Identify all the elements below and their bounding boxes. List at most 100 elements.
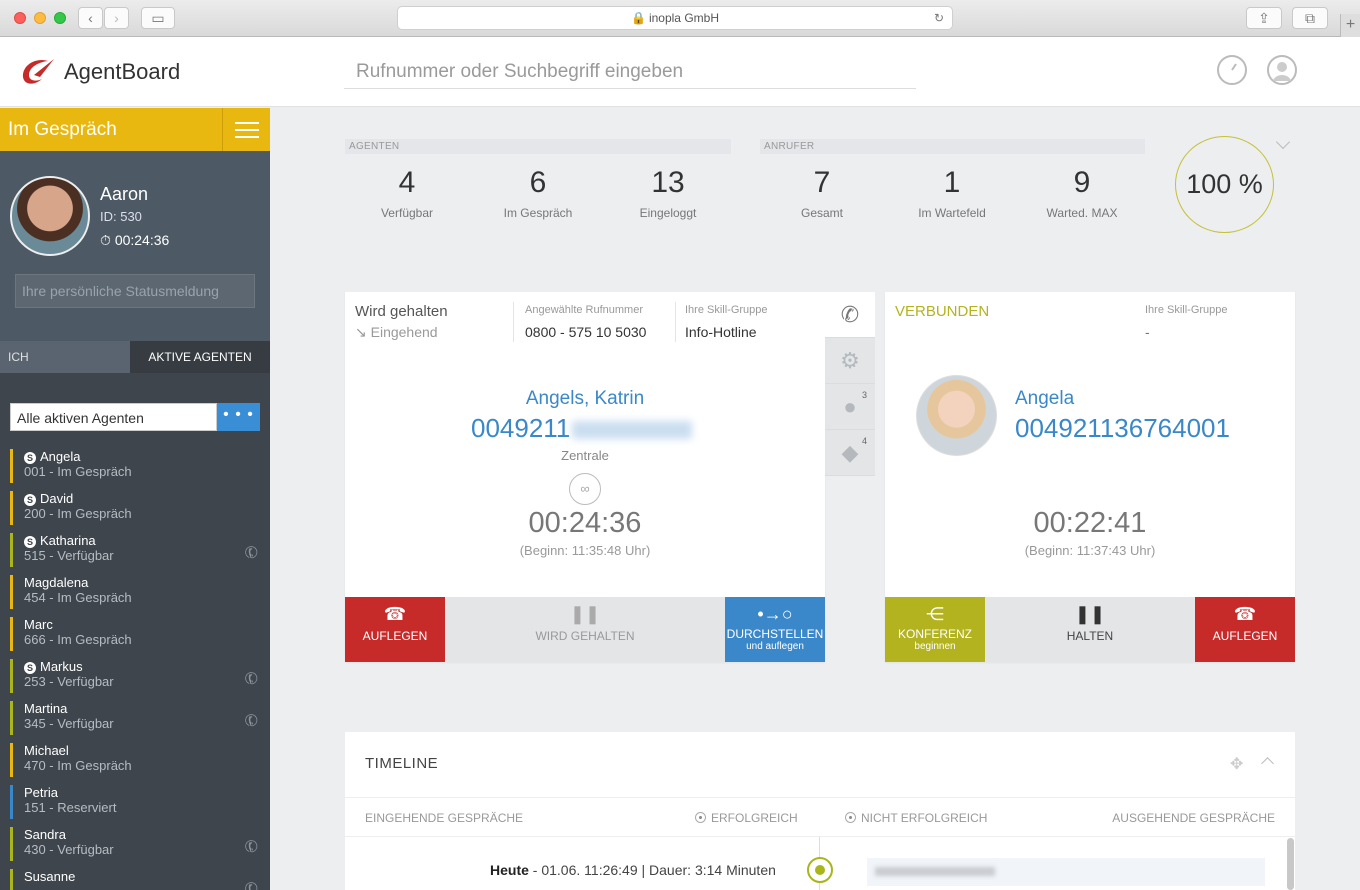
agent-list-item[interactable]: S Katharina 515 - Verfügbar ✆ bbox=[0, 531, 270, 573]
agent-list-item[interactable]: Sandra 430 - Verfügbar ✆ bbox=[0, 825, 270, 867]
skill-label: Ihre Skill-Gruppe bbox=[685, 304, 768, 316]
held-status-button[interactable]: ❚❚ WIRD GEHALTEN bbox=[445, 597, 725, 662]
agent-status-text: 253 - Verfügbar bbox=[24, 674, 114, 689]
agent-filter-select[interactable]: Alle aktiven Agenten bbox=[10, 403, 217, 431]
close-window-button[interactable] bbox=[14, 12, 26, 24]
user-profile-icon[interactable] bbox=[1267, 55, 1297, 85]
timeline-filter-row: EINGEHENDE GESPRÄCHE ERFOLGREICH NICHT E… bbox=[345, 797, 1295, 837]
agent-status-text: 666 - Im Gespräch bbox=[24, 632, 132, 647]
lock-icon: 🔒 bbox=[631, 11, 646, 25]
status-message-input[interactable] bbox=[15, 274, 255, 308]
timeline-panel: TIMELINE ✥ EINGEHENDE GESPRÄCHE ERFOLGRE… bbox=[345, 732, 1295, 890]
agent-name: S Markus bbox=[24, 657, 270, 674]
hold-button[interactable]: ❚❚ HALTEN bbox=[985, 597, 1195, 662]
connected-caller-number[interactable]: 004921136764001 bbox=[1015, 413, 1230, 444]
stat-in-call: 6 Im Gespräch bbox=[503, 166, 573, 220]
agent-status-text: 345 - Verfügbar bbox=[24, 716, 114, 731]
contact-icon[interactable]: ● 3 bbox=[825, 384, 875, 430]
skill-badge-icon: S bbox=[24, 536, 36, 548]
stat-logged-in: 13 Eingeloggt bbox=[639, 166, 697, 220]
connected-skill: - bbox=[1145, 324, 1150, 340]
timeline-entry-detail[interactable] bbox=[867, 858, 1265, 886]
transfer-button[interactable]: •→○ DURCHSTELLEN und auflegen bbox=[725, 597, 825, 662]
profile-id: ID: 530 bbox=[100, 209, 142, 224]
agent-list-item[interactable]: S Markus 253 - Verfügbar ✆ bbox=[0, 657, 270, 699]
settings-gear-icon[interactable]: ⚙ bbox=[825, 338, 875, 384]
profile-time: 00:24:36 bbox=[114, 232, 170, 248]
agent-status-text: 430 - Verfügbar bbox=[24, 842, 114, 857]
share-nodes-icon: ⋲ bbox=[926, 604, 944, 624]
agent-list-item[interactable]: Petria 151 - Reserviert bbox=[0, 783, 270, 825]
app-header: AgentBoard bbox=[0, 37, 1360, 107]
pause-icon: ❚❚ bbox=[569, 604, 601, 624]
agent-list-item[interactable]: Michael 470 - Im Gespräch bbox=[0, 741, 270, 783]
connected-caller-name[interactable]: Angela bbox=[1015, 388, 1074, 410]
agent-status-bar[interactable]: Im Gespräch bbox=[0, 108, 270, 151]
caller-name[interactable]: Angels, Katrin bbox=[345, 388, 825, 410]
conference-button[interactable]: ⋲ KONFERENZ beginnen bbox=[885, 597, 985, 662]
connected-call-card: VERBUNDEN Ihre Skill-Gruppe - Angela 004… bbox=[885, 292, 1295, 662]
collapse-timeline-icon[interactable] bbox=[1261, 757, 1274, 770]
share-icon[interactable]: ⇪ bbox=[1246, 7, 1282, 29]
agent-name: Martina bbox=[24, 701, 68, 716]
connected-skill-label: Ihre Skill-Gruppe bbox=[1145, 304, 1228, 316]
sidebar-toggle-icon[interactable]: ▭ bbox=[141, 7, 175, 29]
zoom-window-button[interactable] bbox=[54, 12, 66, 24]
profile-timer: ⏱ 00:24:36 bbox=[100, 232, 169, 249]
tag-icon[interactable]: ◆ 4 bbox=[825, 430, 875, 476]
agent-list-item[interactable]: Magdalena 454 - Im Gespräch bbox=[0, 573, 270, 615]
radio-icon bbox=[695, 812, 706, 823]
back-button[interactable]: ‹ bbox=[78, 7, 103, 29]
agents-header: AGENTEN bbox=[345, 139, 731, 154]
held-state: Wird gehalten bbox=[355, 303, 448, 320]
agent-name: Marc bbox=[24, 617, 53, 632]
search-input[interactable] bbox=[344, 55, 916, 89]
caller-number[interactable]: 0049211 bbox=[471, 413, 693, 444]
timeline-marker[interactable] bbox=[807, 857, 833, 883]
filter-successful[interactable]: ERFOLGREICH bbox=[695, 811, 798, 825]
phone-icon[interactable]: ✆ bbox=[825, 292, 875, 338]
agent-list-item[interactable]: Susanne ✆ bbox=[0, 867, 270, 890]
dashboard-gauge-icon[interactable] bbox=[1217, 55, 1247, 85]
voicemail-icon[interactable]: ∞ bbox=[569, 473, 601, 505]
held-call-card: Wird gehalten ↘ Eingehend Angewählte Ruf… bbox=[345, 292, 825, 662]
tab-ich[interactable]: ICH bbox=[0, 341, 130, 373]
connected-hangup-button[interactable]: ☎ AUFLEGEN bbox=[1195, 597, 1295, 662]
callers-header: ANRUFER bbox=[760, 139, 1145, 154]
agent-list-item[interactable]: Martina 345 - Verfügbar ✆ bbox=[0, 699, 270, 741]
scrollbar[interactable] bbox=[1287, 838, 1294, 890]
agent-name: Susanne bbox=[24, 869, 76, 884]
agent-name: Michael bbox=[24, 743, 69, 758]
minimize-window-button[interactable] bbox=[34, 12, 46, 24]
tabs-overview-icon[interactable]: ⧉ bbox=[1292, 7, 1328, 29]
radio-icon bbox=[845, 812, 856, 823]
reload-icon[interactable]: ↻ bbox=[934, 7, 944, 29]
stat-total: 7 Gesamt bbox=[800, 166, 843, 220]
skill-badge-icon: S bbox=[24, 494, 36, 506]
hamburger-menu-icon[interactable] bbox=[222, 108, 270, 151]
expand-icon[interactable]: ✥ bbox=[1230, 754, 1243, 774]
new-tab-button[interactable]: + bbox=[1340, 14, 1360, 37]
hangup-button[interactable]: ☎ AUFLEGEN bbox=[345, 597, 445, 662]
sidebar: Im Gespräch Aaron ID: 530 ⏱ 00:24:36 ICH… bbox=[0, 108, 270, 890]
more-options-button[interactable]: • • • bbox=[217, 403, 260, 431]
timeline-title: TIMELINE bbox=[365, 755, 439, 772]
caller-location: Zentrale bbox=[561, 448, 609, 463]
profile-name: Aaron bbox=[100, 184, 149, 204]
agent-list-item[interactable]: S David 200 - Im Gespräch bbox=[0, 489, 270, 531]
agent-list-item[interactable]: Marc 666 - Im Gespräch bbox=[0, 615, 270, 657]
agent-name: S Katharina bbox=[24, 531, 270, 548]
forward-button[interactable]: › bbox=[104, 7, 129, 29]
collapse-stats-icon[interactable] bbox=[1275, 134, 1291, 150]
agent-list: S Angela 001 - Im Gespräch S David 200 - Im G… bbox=[0, 447, 270, 890]
app-logo[interactable]: AgentBoard bbox=[18, 55, 180, 89]
skill-group: Info-Hotline bbox=[685, 324, 757, 340]
address-bar[interactable]: 🔒 inopla GmbH ↻ bbox=[397, 6, 953, 30]
dialed-label: Angewählte Rufnummer bbox=[525, 304, 644, 316]
call-direction: ↘ Eingehend bbox=[355, 324, 438, 340]
filter-unsuccessful[interactable]: NICHT ERFOLGREICH bbox=[845, 811, 987, 825]
agent-status-indicator bbox=[10, 491, 13, 525]
timeline-entry[interactable]: Heute - 01.06. 11:26:49 | Dauer: 3:14 Mi… bbox=[490, 862, 776, 878]
agent-list-item[interactable]: S Angela 001 - Im Gespräch bbox=[0, 447, 270, 489]
tab-aktive-agenten[interactable]: AKTIVE AGENTEN bbox=[130, 341, 270, 373]
